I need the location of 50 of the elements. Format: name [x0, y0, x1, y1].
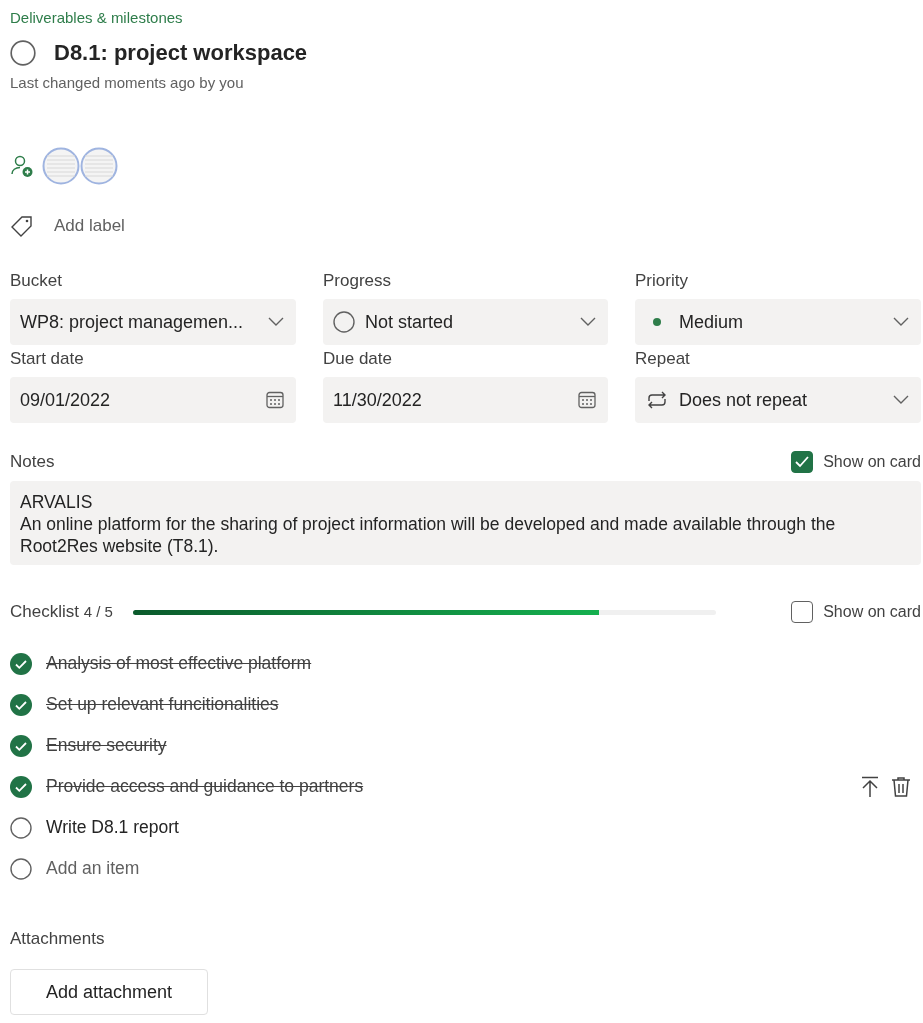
add-person-icon[interactable] — [10, 154, 34, 178]
show-on-card-label: Show on card — [823, 453, 921, 471]
add-attachment-button[interactable]: Add attachment — [10, 969, 208, 1015]
checklist-item: Write D8.1 report — [46, 817, 180, 838]
date-field[interactable]: 09/01/2022 — [10, 377, 296, 423]
add-label-button[interactable]: Add label — [54, 216, 125, 236]
chevron-down-icon — [268, 317, 284, 327]
empty-circle-icon[interactable] — [10, 857, 32, 880]
task-complete-circle-icon[interactable] — [10, 40, 36, 66]
dropdown-field[interactable]: Not started — [323, 299, 608, 345]
chevron-down-icon — [893, 317, 909, 327]
repeat-icon — [645, 390, 669, 410]
last-changed-text: Last changed moments ago by you — [10, 74, 245, 91]
show-on-card-checkbox[interactable] — [791, 601, 814, 623]
field-label: Due date — [323, 349, 393, 369]
field-label: Start date — [10, 349, 85, 369]
checkmark-icon — [795, 456, 810, 468]
show-on-card-checkbox[interactable] — [791, 451, 814, 473]
field-label: Bucket — [10, 271, 63, 291]
checked-circle-icon[interactable] — [10, 775, 32, 798]
show-on-card-label: Show on card — [823, 603, 921, 621]
checklist-item: Set up relevant funcitionalities — [46, 694, 280, 715]
plan-breadcrumb[interactable]: Deliverables & milestones — [10, 8, 921, 28]
checklist-item: Analysis of most effective platform — [46, 653, 313, 674]
checked-circle-icon[interactable] — [10, 734, 32, 757]
dropdown-field[interactable]: Does not repeat — [635, 377, 921, 423]
notes-field[interactable]: ARVALIS An online platform for the sharing of project information will be developed and made available through the Root2Res website (T8.1). — [10, 481, 921, 565]
empty-circle-icon[interactable] — [333, 311, 355, 333]
field-label: Progress — [323, 271, 393, 291]
dropdown-field[interactable]: WP8: project managemen... — [10, 299, 296, 345]
delete-icon[interactable] — [891, 775, 911, 798]
chevron-down-icon — [580, 317, 596, 327]
task-title: D8.1: project workspace — [54, 40, 308, 66]
empty-circle-icon[interactable] — [10, 816, 32, 839]
checked-circle-icon[interactable] — [10, 652, 32, 675]
field-label: Priority — [635, 271, 689, 291]
checklist-item: Ensure security — [46, 735, 168, 756]
checklist-item: Provide access and guidance to partners — [46, 776, 365, 797]
checklist-label: Checklist 4 / 5 — [10, 602, 113, 622]
calendar-icon — [578, 391, 596, 409]
attachments-label: Attachments — [10, 929, 105, 948]
tag-icon — [10, 215, 34, 237]
field-label: Repeat — [635, 349, 691, 369]
move-to-top-icon[interactable] — [861, 775, 879, 798]
chevron-down-icon — [893, 395, 909, 405]
checked-circle-icon[interactable] — [10, 693, 32, 716]
calendar-icon — [266, 391, 284, 409]
date-field[interactable]: 11/30/2022 — [323, 377, 608, 423]
notes-label: Notes — [10, 452, 55, 472]
dropdown-field[interactable]: Medium — [635, 299, 921, 345]
